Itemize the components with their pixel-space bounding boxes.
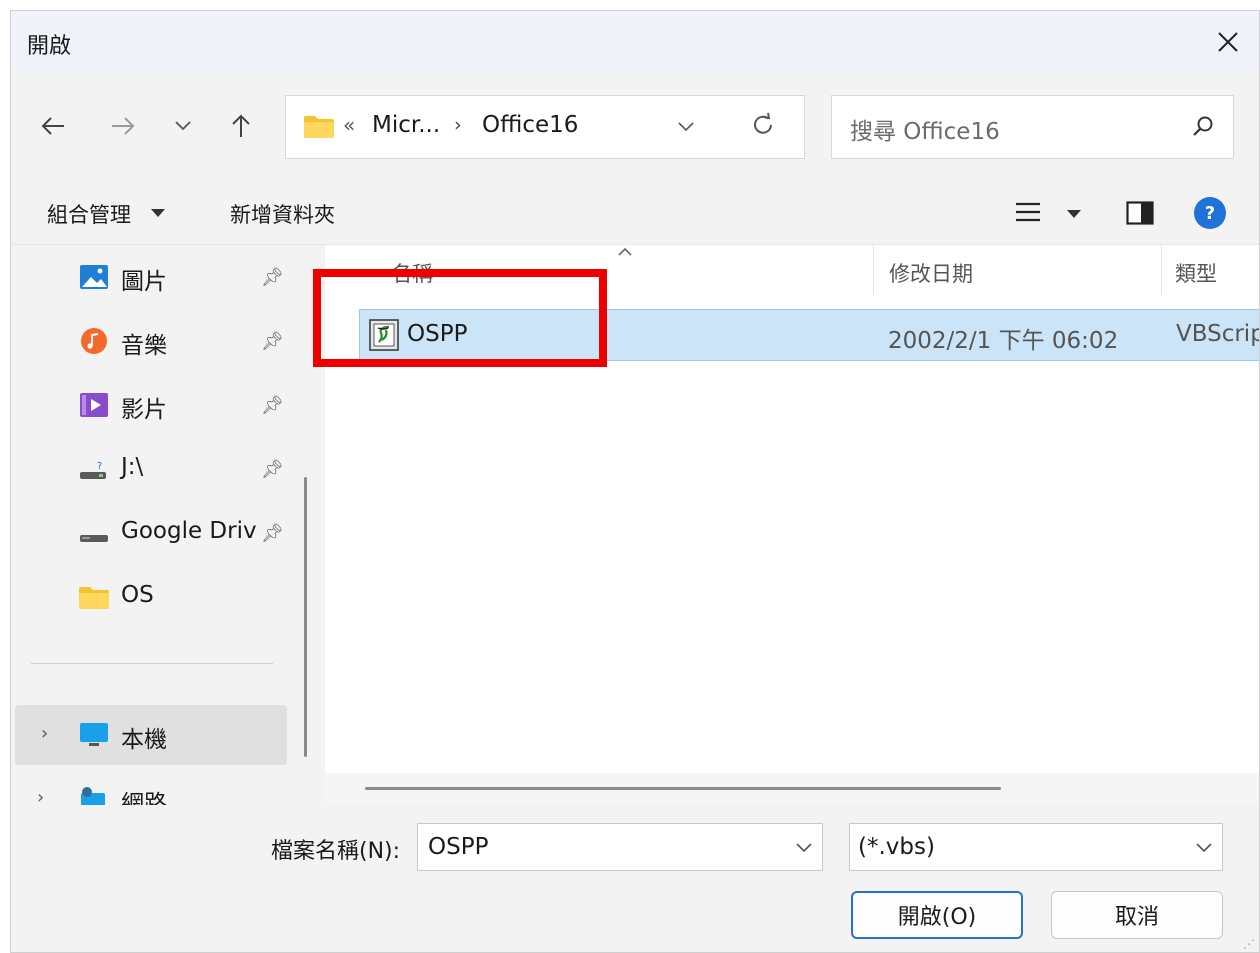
column-header-type[interactable]: 類型	[1175, 258, 1217, 288]
pin-icon: 📌︎	[261, 267, 284, 288]
file-type: VBScrip	[1176, 321, 1260, 347]
open-button-label: 開啟(O)	[897, 905, 977, 930]
sidebar-item-label: OS	[121, 582, 154, 608]
pin-icon: 📌︎	[261, 331, 284, 352]
column-header-row: 名稱 修改日期 類型	[325, 245, 1259, 305]
breadcrumb-item[interactable]: Micr...	[372, 112, 440, 138]
forward-button[interactable]	[103, 106, 143, 146]
expand-chevron-icon[interactable]: ›	[41, 723, 48, 744]
search-placeholder: 搜尋 Office16	[850, 119, 1000, 145]
videos-icon	[80, 393, 108, 417]
sidebar-item-os[interactable]: OS	[11, 567, 301, 627]
recent-locations-button[interactable]	[163, 106, 203, 146]
arrow-right-icon	[112, 117, 135, 135]
dialog-title: 開啟	[27, 34, 72, 59]
preview-pane-icon[interactable]	[1126, 201, 1154, 225]
sidebar-scrollbar[interactable]	[304, 477, 307, 757]
sidebar-divider	[31, 663, 273, 664]
column-divider[interactable]	[873, 245, 874, 295]
sidebar-item-label: 音樂	[121, 333, 167, 359]
navigation-bar: « Micr... › Office16 搜尋 Office16	[11, 73, 1259, 183]
caret-down-icon[interactable]	[1067, 210, 1081, 218]
search-icon	[1193, 116, 1213, 136]
file-row[interactable]: OSPP 2002/2/1 下午 06:02 VBScrip	[359, 309, 1260, 361]
pin-icon: 📌︎	[261, 459, 284, 480]
sidebar-item-label: 影片	[121, 397, 167, 423]
sidebar-item-this-pc[interactable]: › 本機	[15, 705, 287, 765]
file-name: OSPP	[407, 321, 468, 347]
sidebar-item-label: 圖片	[121, 269, 167, 295]
sidebar-item-label: 本機	[121, 727, 167, 753]
svg-text:?: ?	[97, 461, 102, 472]
overflow-chevron[interactable]: «	[343, 113, 355, 137]
title-bar: 開啟	[11, 11, 1259, 73]
sidebar-item-network[interactable]: › 網路	[11, 769, 301, 805]
sidebar-item-music[interactable]: 音樂 📌︎	[11, 311, 301, 371]
address-bar[interactable]: « Micr... › Office16	[285, 95, 805, 159]
column-header-name[interactable]: 名稱	[391, 258, 433, 288]
cancel-button[interactable]: 取消	[1051, 891, 1223, 939]
sidebar-item-label: J:\	[121, 454, 144, 480]
sidebar-item-videos[interactable]: 影片 📌︎	[11, 375, 301, 435]
chevron-down-icon[interactable]	[796, 843, 812, 853]
new-folder-button[interactable]: 新增資料夾	[230, 199, 335, 229]
open-button[interactable]: 開啟(O)	[851, 891, 1023, 939]
file-type-filter-value: (*.vbs)	[858, 834, 935, 860]
cancel-button-label: 取消	[1114, 905, 1159, 930]
help-button[interactable]: ?	[1194, 197, 1226, 229]
file-name-label: 檔案名稱(N):	[271, 839, 401, 864]
help-icon: ?	[1204, 202, 1216, 224]
pictures-icon	[80, 265, 108, 289]
file-name-value: OSPP	[428, 834, 489, 860]
chevron-down-icon[interactable]	[678, 122, 694, 132]
breadcrumb-item-current[interactable]: Office16	[482, 112, 578, 138]
chevron-down-icon	[175, 121, 191, 131]
search-box[interactable]: 搜尋 Office16	[831, 95, 1234, 159]
arrow-left-icon	[41, 117, 64, 135]
close-icon	[1218, 32, 1238, 52]
dialog-footer: 檔案名稱(N): OSPP (*.vbs) 開啟(O) 取消 ⋰	[11, 805, 1259, 952]
column-divider[interactable]	[1161, 245, 1162, 295]
expand-chevron-icon[interactable]: ›	[37, 787, 44, 805]
resize-grip-icon[interactable]: ⋰	[1243, 937, 1255, 951]
sidebar-item-pictures[interactable]: 圖片 📌︎	[11, 247, 301, 307]
breadcrumb-separator[interactable]: ›	[454, 114, 462, 136]
sidebar-item-label: Google Driv	[121, 518, 257, 544]
chevron-down-icon	[1196, 843, 1212, 853]
up-button[interactable]	[221, 106, 261, 146]
sidebar-item-google-drive[interactable]: Google Driv 📌︎	[11, 503, 301, 563]
file-type-filter-select[interactable]: (*.vbs)	[849, 823, 1223, 871]
open-file-dialog: 開啟 « Micr... › Office16 搜尋 Office16 組合管理…	[10, 10, 1260, 953]
vbscript-file-icon	[369, 319, 399, 351]
network-drive-icon: ?	[80, 461, 106, 479]
sort-ascending-icon	[618, 247, 632, 256]
drive-icon	[80, 535, 108, 542]
horizontal-scrollbar[interactable]	[365, 787, 1001, 790]
refresh-icon[interactable]	[750, 112, 776, 138]
navigation-pane: 圖片 📌︎ 音樂 📌︎ 影片 📌︎ ? J:\ 📌︎ Google Driv 📌…	[11, 245, 319, 805]
pin-icon: 📌︎	[261, 523, 284, 544]
organize-menu-button[interactable]: 組合管理	[47, 199, 131, 229]
sidebar-item-label: 網路	[121, 791, 167, 805]
file-list: 名稱 修改日期 類型 OSPP 2002/2/1 下午 06:02 VBScri…	[325, 245, 1260, 805]
this-pc-icon	[80, 723, 108, 746]
network-icon	[81, 787, 105, 805]
caret-down-icon[interactable]	[151, 209, 165, 217]
horizontal-scroll-track	[325, 773, 1259, 805]
arrow-up-icon	[232, 114, 250, 137]
file-modified-date: 2002/2/1 下午 06:02	[888, 328, 1119, 354]
pin-icon: 📌︎	[261, 395, 284, 416]
close-button[interactable]	[1197, 11, 1259, 73]
music-icon	[81, 328, 107, 354]
back-button[interactable]	[33, 106, 73, 146]
view-options-icon[interactable]	[1015, 201, 1041, 223]
file-name-input[interactable]: OSPP	[417, 823, 823, 871]
folder-icon	[304, 116, 334, 138]
command-bar: 組合管理 新增資料夾 ?	[11, 183, 1259, 245]
column-header-date[interactable]: 修改日期	[889, 258, 973, 288]
sidebar-item-j-drive[interactable]: ? J:\ 📌︎	[11, 439, 301, 499]
folder-icon	[79, 587, 109, 609]
